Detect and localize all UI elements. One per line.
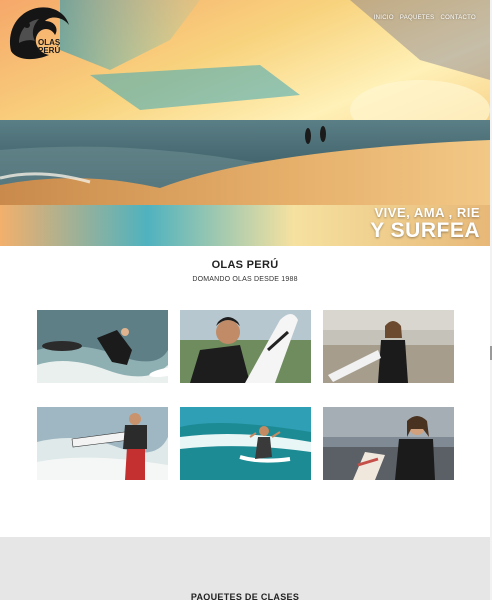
packages-section	[0, 537, 490, 600]
photo-woman-board-promenade[interactable]	[323, 407, 454, 480]
slogan-line2: Y SURFEA	[370, 219, 480, 242]
photo-surfer-crouching[interactable]	[37, 310, 168, 383]
about-title: OLAS PERÚ	[211, 259, 279, 271]
main-nav: INICIO PAQUETES CONTACTO	[374, 15, 476, 21]
nav-inicio[interactable]: INICIO	[374, 15, 394, 21]
wave-logo-icon	[9, 7, 69, 60]
photo-woman-wetsuit-beach[interactable]	[323, 310, 454, 383]
logo-line2: PERÚ	[38, 46, 61, 55]
packages-title: PAQUETES DE CLASES	[190, 592, 300, 600]
nav-paquetes[interactable]: PAQUETES	[400, 15, 435, 21]
photo-surfer-riding-wave[interactable]	[180, 407, 311, 480]
hero-slogan: VIVE, AMA , RIE Y SURFEA	[370, 206, 480, 242]
nav-contacto[interactable]: CONTACTO	[440, 15, 476, 21]
logo-text: OLAS PERÚ	[38, 39, 60, 55]
photo-surfer-with-board[interactable]	[180, 310, 311, 383]
logo[interactable]: OLAS PERÚ	[5, 3, 73, 65]
photo-woman-carrying-board[interactable]	[37, 407, 168, 480]
slogan-line1: VIVE, AMA , RIE	[374, 205, 480, 220]
about-subtitle: DOMANDO OLAS DESDE 1988	[192, 276, 298, 283]
hero-banner: OLAS PERÚ INICIO PAQUETES CONTACTO VIVE,…	[0, 0, 490, 246]
